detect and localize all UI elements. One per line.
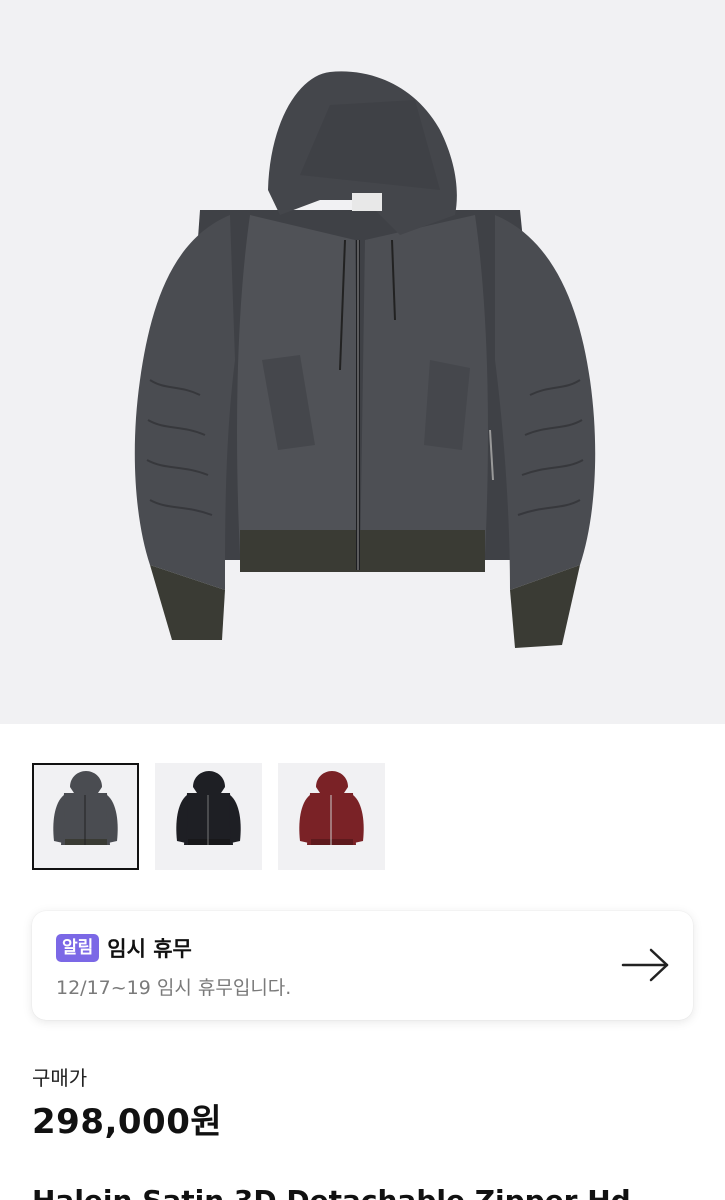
jacket-thumbnail-icon — [176, 771, 241, 845]
thumbnail-gallery — [32, 763, 385, 870]
notice-card[interactable]: 알림 임시 휴무 12/17~19 임시 휴무입니다. — [32, 911, 693, 1020]
product-title: Halein Satin 3D Detachable Zipper Hd... — [32, 1184, 663, 1200]
thumbnail-charcoal[interactable] — [32, 763, 139, 870]
thumbnail-burgundy[interactable] — [278, 763, 385, 870]
arrow-right-icon[interactable] — [621, 947, 671, 983]
price-label: 구매가 — [32, 1066, 88, 1090]
notice-title: 임시 휴무 — [107, 937, 192, 961]
notice-badge: 알림 — [56, 934, 100, 962]
notice-subtitle: 12/17~19 임시 휴무입니다. — [56, 977, 292, 999]
jacket-thumbnail-icon — [53, 771, 118, 845]
product-main-image[interactable] — [0, 0, 725, 724]
price-value: 298,000원 — [32, 1102, 223, 1142]
thumbnail-black[interactable] — [155, 763, 262, 870]
notice-header: 알림 임시 휴무 — [56, 933, 192, 963]
jacket-image — [134, 71, 596, 648]
jacket-thumbnail-icon — [299, 771, 364, 845]
